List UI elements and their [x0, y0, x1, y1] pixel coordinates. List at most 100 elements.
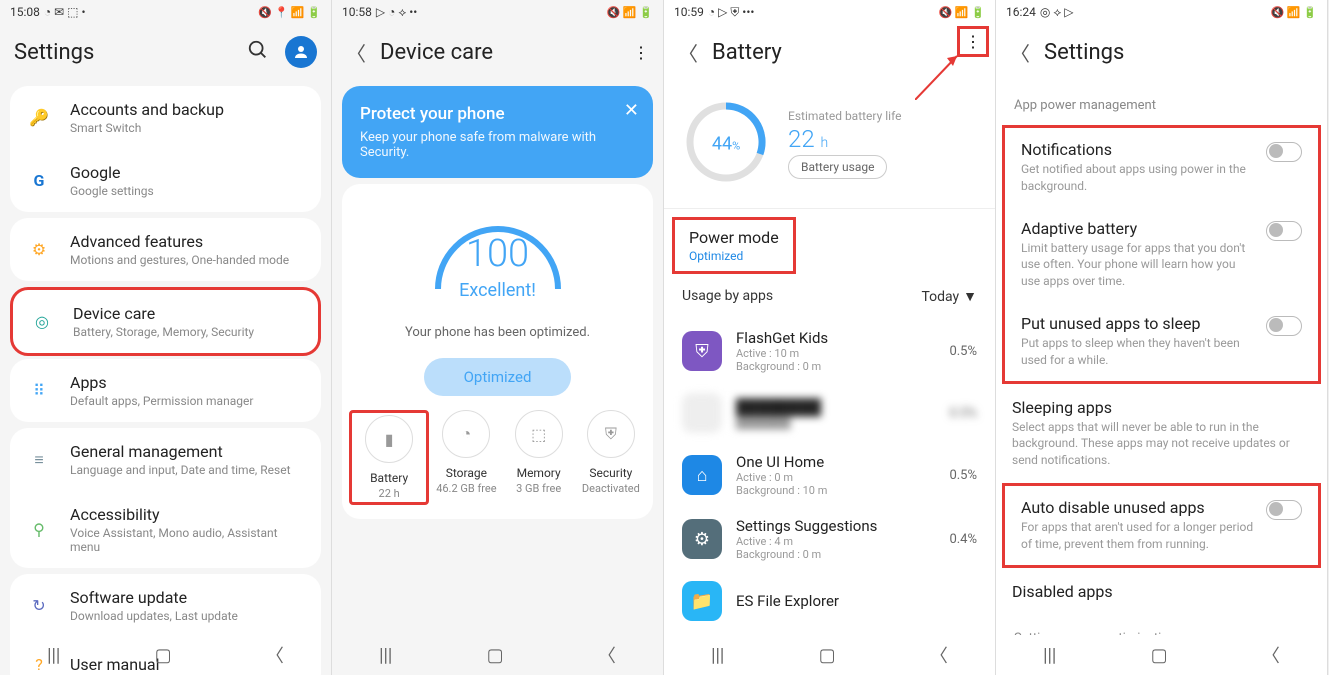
- toggle-sub: For apps that aren't used for a longer p…: [1021, 519, 1254, 553]
- app-icon: ⛨: [682, 331, 722, 371]
- battery-tile[interactable]: ▮ Battery 22 h: [354, 415, 424, 500]
- app-pct: 0.4%: [949, 532, 977, 547]
- back-button[interactable]: 〈: [930, 642, 948, 668]
- toggle-title: Put unused apps to sleep: [1021, 314, 1254, 333]
- tile-label: Storage: [431, 466, 501, 480]
- settings-item-google[interactable]: G GoogleGoogle settings: [10, 149, 321, 212]
- power-mode-row[interactable]: Power mode Optimized: [672, 217, 796, 274]
- score-label: Excellent!: [342, 280, 653, 301]
- item-title: Device care: [73, 304, 302, 323]
- search-icon[interactable]: [247, 39, 269, 65]
- back-icon[interactable]: 〈: [346, 38, 366, 67]
- app-row[interactable]: 📁 ES File Explorer: [664, 571, 995, 631]
- item-title: Software update: [70, 588, 305, 607]
- notifications-row[interactable]: NotificationsGet notified about apps usi…: [1005, 128, 1318, 207]
- sleeping-apps-row[interactable]: Sleeping appsSelect apps that will never…: [996, 386, 1327, 481]
- home-button[interactable]: ▢: [1151, 645, 1168, 666]
- settings-item-apps[interactable]: ⠿ AppsDefault apps, Permission manager: [10, 359, 321, 422]
- item-sub: Default apps, Permission manager: [70, 394, 305, 408]
- app-pct: 0.5%: [949, 406, 977, 421]
- toggle-sub: Limit battery usage for apps that you do…: [1021, 240, 1254, 290]
- app-name: ES File Explorer: [736, 592, 977, 610]
- item-sub: Language and input, Date and time, Reset: [70, 463, 305, 477]
- back-button[interactable]: 〈: [598, 642, 616, 668]
- item-sub: Motions and gestures, One-handed mode: [70, 253, 305, 267]
- app-row[interactable]: ███████████████ 0.5%: [664, 383, 995, 443]
- settings-item-update[interactable]: ↻ Software updateDownload updates, Last …: [10, 574, 321, 637]
- recents-button[interactable]: |||: [47, 645, 60, 666]
- optimized-text: Your phone has been optimized.: [342, 325, 653, 340]
- adaptive-battery-row[interactable]: Adaptive batteryLimit battery usage for …: [1005, 207, 1318, 302]
- settings-item-accounts[interactable]: 🔑 Accounts and backupSmart Switch: [10, 86, 321, 149]
- auto-disable-row[interactable]: Auto disable unused appsFor apps that ar…: [1005, 486, 1318, 565]
- app-active: Active : 0 m: [736, 471, 949, 484]
- app-active: Active : 4 m: [736, 535, 949, 548]
- item-title: Advanced features: [70, 232, 305, 251]
- app-name: FlashGet Kids: [736, 329, 949, 347]
- settings-item-device-care[interactable]: ◎ Device careBattery, Storage, Memory, S…: [13, 290, 318, 353]
- back-icon[interactable]: 〈: [1010, 38, 1030, 67]
- recents-button[interactable]: |||: [711, 645, 724, 666]
- battery-screen: 10:59 ◔ ▷ ⛨ ••• 🔇 📶 🔋 〈 Battery ⋮ 44% Es…: [664, 0, 996, 675]
- more-icon[interactable]: ⋮: [633, 43, 649, 62]
- clock: 10:59: [674, 5, 704, 19]
- security-tile[interactable]: ⛨ Security Deactivated: [576, 410, 646, 505]
- accessibility-icon: ⚲: [26, 517, 52, 543]
- disabled-apps-row[interactable]: Disabled apps: [996, 570, 1327, 613]
- clock: 15:08: [10, 5, 40, 19]
- settings-item-accessibility[interactable]: ⚲ AccessibilityVoice Assistant, Mono aud…: [10, 491, 321, 568]
- app-row[interactable]: ⌂ One UI HomeActive : 0 mBackground : 10…: [664, 443, 995, 507]
- back-button[interactable]: 〈: [266, 642, 284, 668]
- item-sub: Google settings: [70, 184, 305, 198]
- item-title: Google: [70, 163, 305, 182]
- toggle-switch[interactable]: [1266, 500, 1302, 520]
- item-title: General management: [70, 442, 305, 461]
- settings-item-general[interactable]: ≡ General managementLanguage and input, …: [10, 428, 321, 491]
- home-button[interactable]: ▢: [487, 645, 504, 666]
- tile-label: Battery: [354, 471, 424, 485]
- header: 〈 Device care ⋮: [332, 24, 663, 80]
- care-score: 100: [342, 232, 653, 276]
- power-settings-screen: 16:24 ◎ ⟡ ▷ 🔇 📶 🔋 〈 Settings App power m…: [996, 0, 1328, 675]
- recents-button[interactable]: |||: [379, 645, 392, 666]
- app-bg: Background : 0 m: [736, 548, 949, 561]
- toggle-switch[interactable]: [1266, 142, 1302, 162]
- app-icon: ⚙: [682, 519, 722, 559]
- toggle-switch[interactable]: [1266, 316, 1302, 336]
- memory-tile[interactable]: ⬚ Memory 3 GB free: [504, 410, 574, 505]
- profile-icon[interactable]: [285, 36, 317, 68]
- app-name: One UI Home: [736, 453, 949, 471]
- clock: 16:24: [1006, 5, 1036, 19]
- settings-item-advanced[interactable]: ⚙ Advanced featuresMotions and gestures,…: [10, 218, 321, 281]
- back-icon[interactable]: 〈: [678, 38, 698, 67]
- unused-sleep-row[interactable]: Put unused apps to sleepPut apps to slee…: [1005, 302, 1318, 381]
- banner-title: Protect your phone: [360, 104, 635, 124]
- app-name: Settings Suggestions: [736, 517, 949, 535]
- storage-tile[interactable]: ◔ Storage 46.2 GB free: [431, 410, 501, 505]
- close-icon[interactable]: ✕: [624, 100, 639, 121]
- home-button[interactable]: ▢: [155, 645, 172, 666]
- security-banner[interactable]: Protect your phone Keep your phone safe …: [342, 86, 653, 178]
- tile-label: Security: [576, 466, 646, 480]
- app-active: Active : 10 m: [736, 347, 949, 360]
- toggle-switch[interactable]: [1266, 221, 1302, 241]
- app-bg: Background : 10 m: [736, 484, 949, 497]
- item-sub: Voice Assistant, Mono audio, Assistant m…: [70, 526, 305, 554]
- today-dropdown[interactable]: Today ▼: [921, 288, 977, 305]
- battery-icon: ▮: [365, 415, 413, 463]
- update-icon: ↻: [26, 593, 52, 619]
- tile-sub: Deactivated: [576, 482, 646, 495]
- optimize-button[interactable]: Optimized: [424, 358, 572, 396]
- apps-icon: ⠿: [26, 378, 52, 404]
- est-time: 22 h: [788, 125, 901, 153]
- annotation-arrow: [915, 50, 965, 100]
- tile-sub: 22 h: [354, 487, 424, 500]
- page-title: Settings: [14, 40, 247, 65]
- home-button[interactable]: ▢: [819, 645, 836, 666]
- battery-usage-button[interactable]: Battery usage: [788, 155, 887, 179]
- battery-percent: 44%: [712, 134, 740, 155]
- app-row[interactable]: ⛨ FlashGet KidsActive : 10 mBackground :…: [664, 319, 995, 383]
- back-button[interactable]: 〈: [1262, 642, 1280, 668]
- recents-button[interactable]: |||: [1043, 645, 1056, 666]
- app-row[interactable]: ⚙ Settings SuggestionsActive : 4 mBackgr…: [664, 507, 995, 571]
